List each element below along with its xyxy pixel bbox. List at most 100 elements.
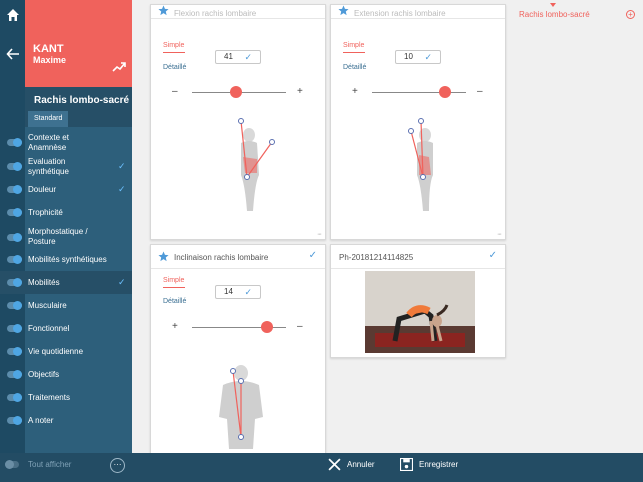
tab-standard[interactable]: Standard: [28, 111, 69, 127]
card-photo: Ph-20181214114825 ✓: [330, 244, 506, 358]
back-arrow-icon[interactable]: [6, 47, 20, 61]
sidebar-item-contexte[interactable]: Contexte et Anamnèse: [0, 131, 132, 154]
plus-button[interactable]: +: [172, 321, 178, 332]
toggle-switch[interactable]: [7, 278, 22, 287]
body-side-illustration: [238, 118, 275, 211]
more-options-button[interactable]: ···: [110, 458, 125, 473]
section-title: Rachis lombo-sacré: [34, 95, 130, 106]
tab-simple[interactable]: Simple: [163, 42, 184, 49]
save-button[interactable]: Enregistrer: [400, 458, 458, 471]
tab-underline: [163, 287, 185, 288]
patient-last-name: KANT: [33, 43, 64, 55]
toggle-switch[interactable]: [7, 208, 22, 217]
exercise-photo[interactable]: [365, 271, 475, 353]
sidebar-item-traitements[interactable]: Traitements: [0, 386, 132, 409]
toggle-switch[interactable]: [7, 255, 22, 264]
sidebar-item-label: Contexte et Anamnèse: [28, 132, 69, 152]
minus-button[interactable]: –: [297, 321, 303, 332]
bottom-bar: Tout afficher ··· Annuler Enregistrer: [0, 453, 643, 482]
card-title: Inclinaison rachis lombaire: [174, 253, 269, 262]
check-icon: ✓: [118, 161, 126, 171]
sidebar-item-objectifs[interactable]: Objectifs: [0, 363, 132, 386]
minus-button[interactable]: –: [477, 86, 483, 97]
add-circle-icon[interactable]: +: [626, 10, 635, 19]
sidebar-item-label: A noter: [28, 415, 54, 425]
card-title: Ph-20181214114825: [339, 253, 414, 262]
slider-knob[interactable]: [439, 86, 451, 98]
plus-button[interactable]: +: [297, 86, 303, 97]
show-all-toggle[interactable]: [5, 460, 19, 469]
sidebar-item-douleur[interactable]: Douleur ✓: [0, 178, 132, 201]
toggle-switch[interactable]: [7, 370, 22, 379]
card-header: Flexion rachis lombaire: [151, 5, 325, 19]
sidebar-item-label: Vie quotidienne: [28, 346, 84, 356]
check-icon[interactable]: ✓: [309, 250, 317, 261]
sidebar-item-fonctionnel[interactable]: Fonctionnel: [0, 317, 132, 340]
cancel-label: Annuler: [347, 460, 375, 469]
save-label: Enregistrer: [419, 460, 459, 469]
value-text: 41: [224, 52, 233, 61]
sidebar-item-evaluation[interactable]: Evaluation synthétique ✓: [0, 155, 132, 178]
toggle-switch[interactable]: [7, 324, 22, 333]
card-title: Flexion rachis lombaire: [174, 9, 257, 18]
toggle-switch[interactable]: [7, 138, 22, 147]
value-field[interactable]: 14 ✓: [215, 285, 261, 299]
sidebar-item-label: Mobilités: [28, 277, 60, 287]
sidebar-item-label: Mobilités synthétiques: [28, 254, 107, 264]
more-icon[interactable]: ···: [497, 231, 502, 238]
tab-detaille[interactable]: Détaillé: [343, 64, 366, 71]
toggle-switch[interactable]: [7, 301, 22, 310]
card-header: Ph-20181214114825 ✓: [331, 245, 505, 269]
sidebar-item-morphostatique[interactable]: Morphostatique / Posture: [0, 224, 132, 250]
check-icon[interactable]: ✓: [489, 250, 497, 261]
value-field[interactable]: 41 ✓: [215, 50, 261, 64]
value-text: 14: [224, 287, 233, 296]
sidebar-item-label: Morphostatique / Posture: [28, 227, 88, 246]
tab-underline: [343, 52, 365, 53]
toggle-switch[interactable]: [7, 185, 22, 194]
trend-icon[interactable]: [112, 61, 126, 73]
save-icon: [400, 458, 413, 471]
tab-simple[interactable]: Simple: [163, 277, 184, 284]
sidebar-item-trophicite[interactable]: Trophicité: [0, 201, 132, 224]
toggle-switch[interactable]: [7, 232, 22, 242]
slider-track[interactable]: [372, 92, 466, 93]
plus-button[interactable]: +: [352, 86, 358, 97]
body-back-illustration: [219, 365, 263, 449]
star-icon[interactable]: [158, 5, 169, 16]
sidebar-item-label: Objectifs: [28, 369, 60, 379]
card-title: Extension rachis lombaire: [354, 9, 446, 18]
sidebar-item-musculaire[interactable]: Musculaire: [0, 294, 132, 317]
sidebar-item-mobilites-synthetiques[interactable]: Mobilités synthétiques: [0, 248, 132, 271]
slider-knob[interactable]: [261, 321, 273, 333]
toggle-switch[interactable]: [7, 162, 22, 171]
sidebar-item-label: Fonctionnel: [28, 323, 70, 333]
star-icon[interactable]: [158, 251, 169, 262]
card-extension: Extension rachis lombaire Simple Détaill…: [330, 4, 506, 240]
tab-detaille[interactable]: Détaillé: [163, 298, 186, 305]
sidebar-item-label: Evaluation synthétique: [28, 156, 69, 176]
tab-detaille[interactable]: Détaillé: [163, 64, 186, 71]
home-icon[interactable]: [6, 8, 20, 22]
card-flexion: Flexion rachis lombaire Simple Détaillé …: [150, 4, 326, 240]
value-field[interactable]: 10 ✓: [395, 50, 441, 64]
toggle-switch[interactable]: [7, 393, 22, 402]
close-icon: [328, 458, 341, 471]
sidebar-item-label: Traitements: [28, 392, 70, 402]
show-all-label: Tout afficher: [28, 460, 72, 469]
sidebar-item-mobilites[interactable]: Mobilités ✓: [0, 271, 132, 294]
sidebar-item-vie-quotidienne[interactable]: Vie quotidienne: [0, 340, 132, 363]
sidebar-item-a-noter[interactable]: A noter: [0, 409, 132, 432]
patient-first-name: Maxime: [33, 55, 67, 65]
tab-simple[interactable]: Simple: [343, 42, 364, 49]
star-icon[interactable]: [338, 5, 349, 16]
toggle-switch[interactable]: [7, 347, 22, 356]
breadcrumb[interactable]: Rachis lombo-sacré: [519, 10, 590, 19]
slider-knob[interactable]: [230, 86, 242, 98]
toggle-switch[interactable]: [7, 416, 22, 425]
more-icon[interactable]: ···: [317, 231, 322, 238]
cancel-button[interactable]: Annuler: [328, 458, 375, 471]
minus-button[interactable]: –: [172, 86, 178, 97]
check-icon: ✓: [118, 277, 126, 287]
sidebar-item-label: Trophicité: [28, 207, 63, 217]
